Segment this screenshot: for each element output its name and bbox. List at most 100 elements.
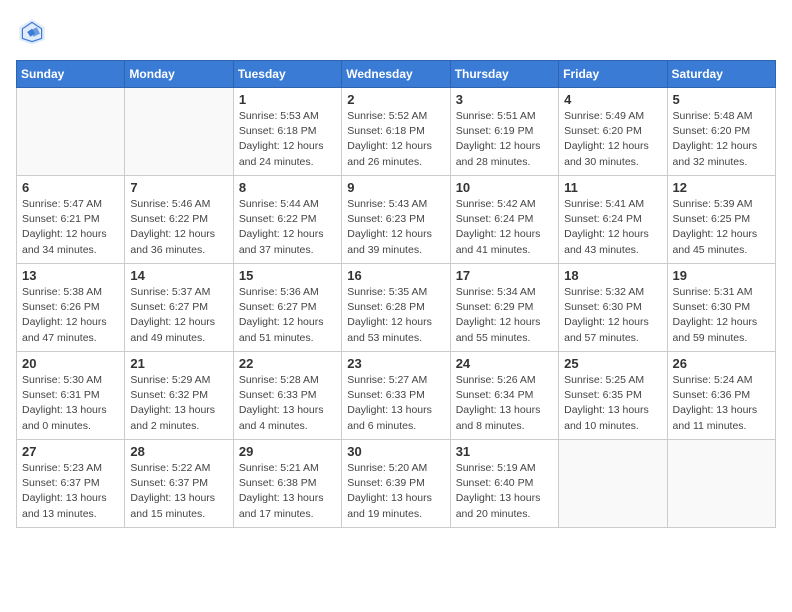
calendar-cell [17, 88, 125, 176]
day-number: 26 [673, 356, 770, 371]
day-number: 17 [456, 268, 553, 283]
calendar-week-2: 6 Sunrise: 5:47 AM Sunset: 6:21 PM Daylig… [17, 176, 776, 264]
day-info: Sunrise: 5:21 AM Sunset: 6:38 PM Dayligh… [239, 461, 336, 522]
day-header-friday: Friday [559, 61, 667, 88]
day-header-wednesday: Wednesday [342, 61, 450, 88]
day-number: 21 [130, 356, 227, 371]
calendar-cell: 30 Sunrise: 5:20 AM Sunset: 6:39 PM Dayli… [342, 440, 450, 528]
calendar-cell: 21 Sunrise: 5:29 AM Sunset: 6:32 PM Dayli… [125, 352, 233, 440]
day-info: Sunrise: 5:23 AM Sunset: 6:37 PM Dayligh… [22, 461, 119, 522]
day-info: Sunrise: 5:29 AM Sunset: 6:32 PM Dayligh… [130, 373, 227, 434]
calendar-cell: 1 Sunrise: 5:53 AM Sunset: 6:18 PM Daylig… [233, 88, 341, 176]
calendar-cell: 28 Sunrise: 5:22 AM Sunset: 6:37 PM Dayli… [125, 440, 233, 528]
day-number: 10 [456, 180, 553, 195]
day-info: Sunrise: 5:49 AM Sunset: 6:20 PM Dayligh… [564, 109, 661, 170]
day-info: Sunrise: 5:42 AM Sunset: 6:24 PM Dayligh… [456, 197, 553, 258]
day-header-thursday: Thursday [450, 61, 558, 88]
day-number: 23 [347, 356, 444, 371]
calendar-cell: 8Sunrise: 5:44 AM Sunset: 6:22 PM Daylig… [233, 176, 341, 264]
day-number: 30 [347, 444, 444, 459]
day-number: 2 [347, 92, 444, 107]
day-header-monday: Monday [125, 61, 233, 88]
calendar-cell: 26Sunrise: 5:24 AM Sunset: 6:36 PM Dayli… [667, 352, 775, 440]
day-info: Sunrise: 5:20 AM Sunset: 6:39 PM Dayligh… [347, 461, 444, 522]
day-number: 12 [673, 180, 770, 195]
calendar-cell: 31 Sunrise: 5:19 AM Sunset: 6:40 PM Dayli… [450, 440, 558, 528]
day-number: 13 [22, 268, 119, 283]
day-info: Sunrise: 5:34 AM Sunset: 6:29 PM Dayligh… [456, 285, 553, 346]
calendar-cell: 4 Sunrise: 5:49 AM Sunset: 6:20 PM Daylig… [559, 88, 667, 176]
calendar-cell: 20 Sunrise: 5:30 AM Sunset: 6:31 PM Dayli… [17, 352, 125, 440]
day-info: Sunrise: 5:53 AM Sunset: 6:18 PM Dayligh… [239, 109, 336, 170]
calendar-cell: 3Sunrise: 5:51 AM Sunset: 6:19 PM Daylig… [450, 88, 558, 176]
calendar-cell: 7 Sunrise: 5:46 AM Sunset: 6:22 PM Daylig… [125, 176, 233, 264]
calendar-cell: 2 Sunrise: 5:52 AM Sunset: 6:18 PM Daylig… [342, 88, 450, 176]
calendar-cell: 5 Sunrise: 5:48 AM Sunset: 6:20 PM Daylig… [667, 88, 775, 176]
day-number: 4 [564, 92, 661, 107]
calendar-cell: 17 Sunrise: 5:34 AM Sunset: 6:29 PM Dayli… [450, 264, 558, 352]
day-number: 1 [239, 92, 336, 107]
day-info: Sunrise: 5:22 AM Sunset: 6:37 PM Dayligh… [130, 461, 227, 522]
calendar-cell [667, 440, 775, 528]
day-number: 18 [564, 268, 661, 283]
day-number: 22 [239, 356, 336, 371]
day-info: Sunrise: 5:19 AM Sunset: 6:40 PM Dayligh… [456, 461, 553, 522]
day-info: Sunrise: 5:36 AM Sunset: 6:27 PM Dayligh… [239, 285, 336, 346]
day-info: Sunrise: 5:30 AM Sunset: 6:31 PM Dayligh… [22, 373, 119, 434]
day-info: Sunrise: 5:52 AM Sunset: 6:18 PM Dayligh… [347, 109, 444, 170]
calendar-cell: 9Sunrise: 5:43 AM Sunset: 6:23 PM Daylig… [342, 176, 450, 264]
day-info: Sunrise: 5:39 AM Sunset: 6:25 PM Dayligh… [673, 197, 770, 258]
calendar-cell: 22 Sunrise: 5:28 AM Sunset: 6:33 PM Dayli… [233, 352, 341, 440]
calendar-cell: 24 Sunrise: 5:26 AM Sunset: 6:34 PM Dayli… [450, 352, 558, 440]
calendar-cell: 12 Sunrise: 5:39 AM Sunset: 6:25 PM Dayli… [667, 176, 775, 264]
calendar-week-3: 13 Sunrise: 5:38 AM Sunset: 6:26 PM Dayli… [17, 264, 776, 352]
page-header [16, 16, 776, 48]
day-info: Sunrise: 5:26 AM Sunset: 6:34 PM Dayligh… [456, 373, 553, 434]
calendar-cell: 27 Sunrise: 5:23 AM Sunset: 6:37 PM Dayli… [17, 440, 125, 528]
day-number: 7 [130, 180, 227, 195]
day-number: 31 [456, 444, 553, 459]
calendar-cell: 16 Sunrise: 5:35 AM Sunset: 6:28 PM Dayli… [342, 264, 450, 352]
day-header-saturday: Saturday [667, 61, 775, 88]
day-number: 20 [22, 356, 119, 371]
calendar-cell [559, 440, 667, 528]
day-number: 15 [239, 268, 336, 283]
calendar-cell: 14 Sunrise: 5:37 AM Sunset: 6:27 PM Dayli… [125, 264, 233, 352]
day-number: 29 [239, 444, 336, 459]
day-number: 27 [22, 444, 119, 459]
calendar-table: SundayMondayTuesdayWednesdayThursdayFrid… [16, 60, 776, 528]
day-header-tuesday: Tuesday [233, 61, 341, 88]
calendar-week-1: 1 Sunrise: 5:53 AM Sunset: 6:18 PM Daylig… [17, 88, 776, 176]
day-info: Sunrise: 5:31 AM Sunset: 6:30 PM Dayligh… [673, 285, 770, 346]
day-info: Sunrise: 5:43 AM Sunset: 6:23 PM Dayligh… [347, 197, 444, 258]
calendar-cell: 23 Sunrise: 5:27 AM Sunset: 6:33 PM Dayli… [342, 352, 450, 440]
day-number: 14 [130, 268, 227, 283]
day-info: Sunrise: 5:25 AM Sunset: 6:35 PM Dayligh… [564, 373, 661, 434]
day-info: Sunrise: 5:51 AM Sunset: 6:19 PM Dayligh… [456, 109, 553, 170]
calendar-week-4: 20 Sunrise: 5:30 AM Sunset: 6:31 PM Dayli… [17, 352, 776, 440]
calendar-cell: 6 Sunrise: 5:47 AM Sunset: 6:21 PM Daylig… [17, 176, 125, 264]
day-info: Sunrise: 5:28 AM Sunset: 6:33 PM Dayligh… [239, 373, 336, 434]
day-number: 16 [347, 268, 444, 283]
calendar-cell: 29 Sunrise: 5:21 AM Sunset: 6:38 PM Dayli… [233, 440, 341, 528]
logo-icon [16, 16, 48, 48]
day-info: Sunrise: 5:46 AM Sunset: 6:22 PM Dayligh… [130, 197, 227, 258]
day-info: Sunrise: 5:47 AM Sunset: 6:21 PM Dayligh… [22, 197, 119, 258]
day-number: 24 [456, 356, 553, 371]
day-info: Sunrise: 5:48 AM Sunset: 6:20 PM Dayligh… [673, 109, 770, 170]
calendar-cell: 13 Sunrise: 5:38 AM Sunset: 6:26 PM Dayli… [17, 264, 125, 352]
calendar-cell: 10 Sunrise: 5:42 AM Sunset: 6:24 PM Dayli… [450, 176, 558, 264]
day-number: 11 [564, 180, 661, 195]
calendar-cell [125, 88, 233, 176]
day-number: 6 [22, 180, 119, 195]
day-header-sunday: Sunday [17, 61, 125, 88]
day-number: 5 [673, 92, 770, 107]
day-info: Sunrise: 5:35 AM Sunset: 6:28 PM Dayligh… [347, 285, 444, 346]
day-number: 19 [673, 268, 770, 283]
day-info: Sunrise: 5:38 AM Sunset: 6:26 PM Dayligh… [22, 285, 119, 346]
day-info: Sunrise: 5:27 AM Sunset: 6:33 PM Dayligh… [347, 373, 444, 434]
calendar-cell: 19 Sunrise: 5:31 AM Sunset: 6:30 PM Dayli… [667, 264, 775, 352]
day-info: Sunrise: 5:37 AM Sunset: 6:27 PM Dayligh… [130, 285, 227, 346]
day-number: 28 [130, 444, 227, 459]
calendar-week-5: 27 Sunrise: 5:23 AM Sunset: 6:37 PM Dayli… [17, 440, 776, 528]
